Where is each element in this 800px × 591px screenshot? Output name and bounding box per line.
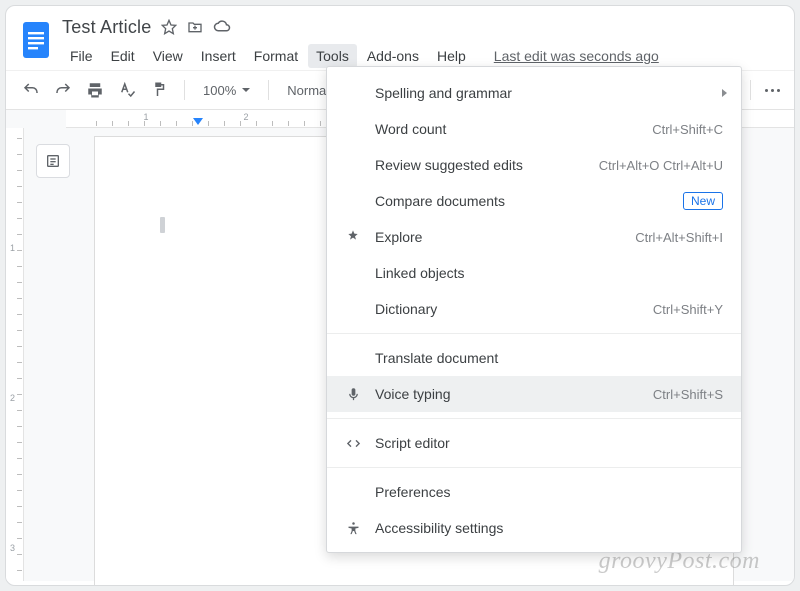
- last-edit-link[interactable]: Last edit was seconds ago: [494, 48, 659, 64]
- menu-item-linked-objects[interactable]: Linked objects: [327, 255, 741, 291]
- menu-addons[interactable]: Add-ons: [359, 44, 427, 68]
- menu-label: Compare documents: [365, 193, 683, 209]
- menu-item-dictionary[interactable]: Dictionary Ctrl+Shift+Y: [327, 291, 741, 327]
- header-content: Test Article File Edit View Insert Forma…: [56, 14, 784, 70]
- menu-shortcut: Ctrl+Alt+Shift+I: [635, 230, 723, 245]
- ruler-number: 1: [10, 243, 15, 253]
- menu-item-explore[interactable]: Explore Ctrl+Alt+Shift+I: [327, 219, 741, 255]
- menu-item-preferences[interactable]: Preferences: [327, 474, 741, 510]
- toolbar-separator: [184, 80, 185, 100]
- menu-file[interactable]: File: [62, 44, 101, 68]
- menu-edit[interactable]: Edit: [103, 44, 143, 68]
- menu-item-spelling[interactable]: Spelling and grammar: [327, 75, 741, 111]
- menu-item-review-edits[interactable]: Review suggested edits Ctrl+Alt+O Ctrl+A…: [327, 147, 741, 183]
- menu-help[interactable]: Help: [429, 44, 474, 68]
- menu-label: Voice typing: [365, 386, 653, 402]
- toolbar-separator: [750, 80, 751, 100]
- cloud-status-icon[interactable]: [213, 18, 231, 36]
- print-button[interactable]: [82, 77, 108, 103]
- code-icon: [341, 436, 365, 451]
- menu-divider: [327, 418, 741, 419]
- more-options-button[interactable]: [763, 89, 782, 92]
- menu-item-accessibility[interactable]: Accessibility settings: [327, 510, 741, 546]
- menu-item-script-editor[interactable]: Script editor: [327, 425, 741, 461]
- vertical-ruler[interactable]: 1 2 3: [6, 128, 24, 581]
- menu-label: Dictionary: [365, 301, 653, 317]
- menu-label: Review suggested edits: [365, 157, 599, 173]
- menu-divider: [327, 333, 741, 334]
- title-row: Test Article: [62, 14, 784, 40]
- redo-button[interactable]: [50, 77, 76, 103]
- menu-label: Explore: [365, 229, 635, 245]
- docs-logo-icon[interactable]: [16, 14, 56, 66]
- microphone-icon: [341, 387, 365, 402]
- menu-format[interactable]: Format: [246, 44, 306, 68]
- menu-label: Linked objects: [365, 265, 723, 281]
- document-title[interactable]: Test Article: [62, 17, 151, 38]
- menu-shortcut: Ctrl+Shift+S: [653, 387, 723, 402]
- indent-marker-icon[interactable]: [193, 118, 203, 125]
- toolbar-separator: [268, 80, 269, 100]
- menu-item-word-count[interactable]: Word count Ctrl+Shift+C: [327, 111, 741, 147]
- menu-shortcut: Ctrl+Shift+Y: [653, 302, 723, 317]
- ruler-number: 3: [10, 543, 15, 553]
- text-caret: [160, 217, 165, 233]
- zoom-value: 100%: [203, 83, 236, 98]
- zoom-dropdown[interactable]: 100%: [197, 83, 256, 98]
- menu-item-compare[interactable]: Compare documents New: [327, 183, 741, 219]
- menu-item-voice-typing[interactable]: Voice typing Ctrl+Shift+S: [327, 376, 741, 412]
- menu-item-translate[interactable]: Translate document: [327, 340, 741, 376]
- spellcheck-button[interactable]: [114, 77, 140, 103]
- menu-view[interactable]: View: [145, 44, 191, 68]
- tools-dropdown-menu: Spelling and grammar Word count Ctrl+Shi…: [326, 66, 742, 553]
- undo-button[interactable]: [18, 77, 44, 103]
- accessibility-icon: [341, 521, 365, 536]
- menu-shortcut: Ctrl+Alt+O Ctrl+Alt+U: [599, 158, 723, 173]
- document-outline-button[interactable]: [36, 144, 70, 178]
- submenu-arrow-icon: [722, 89, 727, 97]
- app-window: Test Article File Edit View Insert Forma…: [5, 5, 795, 586]
- paint-format-button[interactable]: [146, 77, 172, 103]
- menu-label: Word count: [365, 121, 652, 137]
- menu-label: Spelling and grammar: [365, 85, 723, 101]
- menu-label: Preferences: [365, 484, 723, 500]
- menu-label: Script editor: [365, 435, 723, 451]
- menu-shortcut: Ctrl+Shift+C: [652, 122, 723, 137]
- chevron-down-icon: [242, 88, 250, 92]
- menu-label: Translate document: [365, 350, 723, 366]
- new-badge: New: [683, 192, 723, 210]
- menu-label: Accessibility settings: [365, 520, 723, 536]
- explore-icon: [341, 229, 365, 245]
- move-icon[interactable]: [187, 19, 203, 35]
- menu-tools[interactable]: Tools: [308, 44, 357, 68]
- star-icon[interactable]: [161, 19, 177, 35]
- ruler-number: 2: [10, 393, 15, 403]
- menu-insert[interactable]: Insert: [193, 44, 244, 68]
- style-value: Normal: [287, 83, 329, 98]
- header: Test Article File Edit View Insert Forma…: [6, 6, 794, 70]
- ruler-number: 2: [243, 112, 248, 122]
- menu-divider: [327, 467, 741, 468]
